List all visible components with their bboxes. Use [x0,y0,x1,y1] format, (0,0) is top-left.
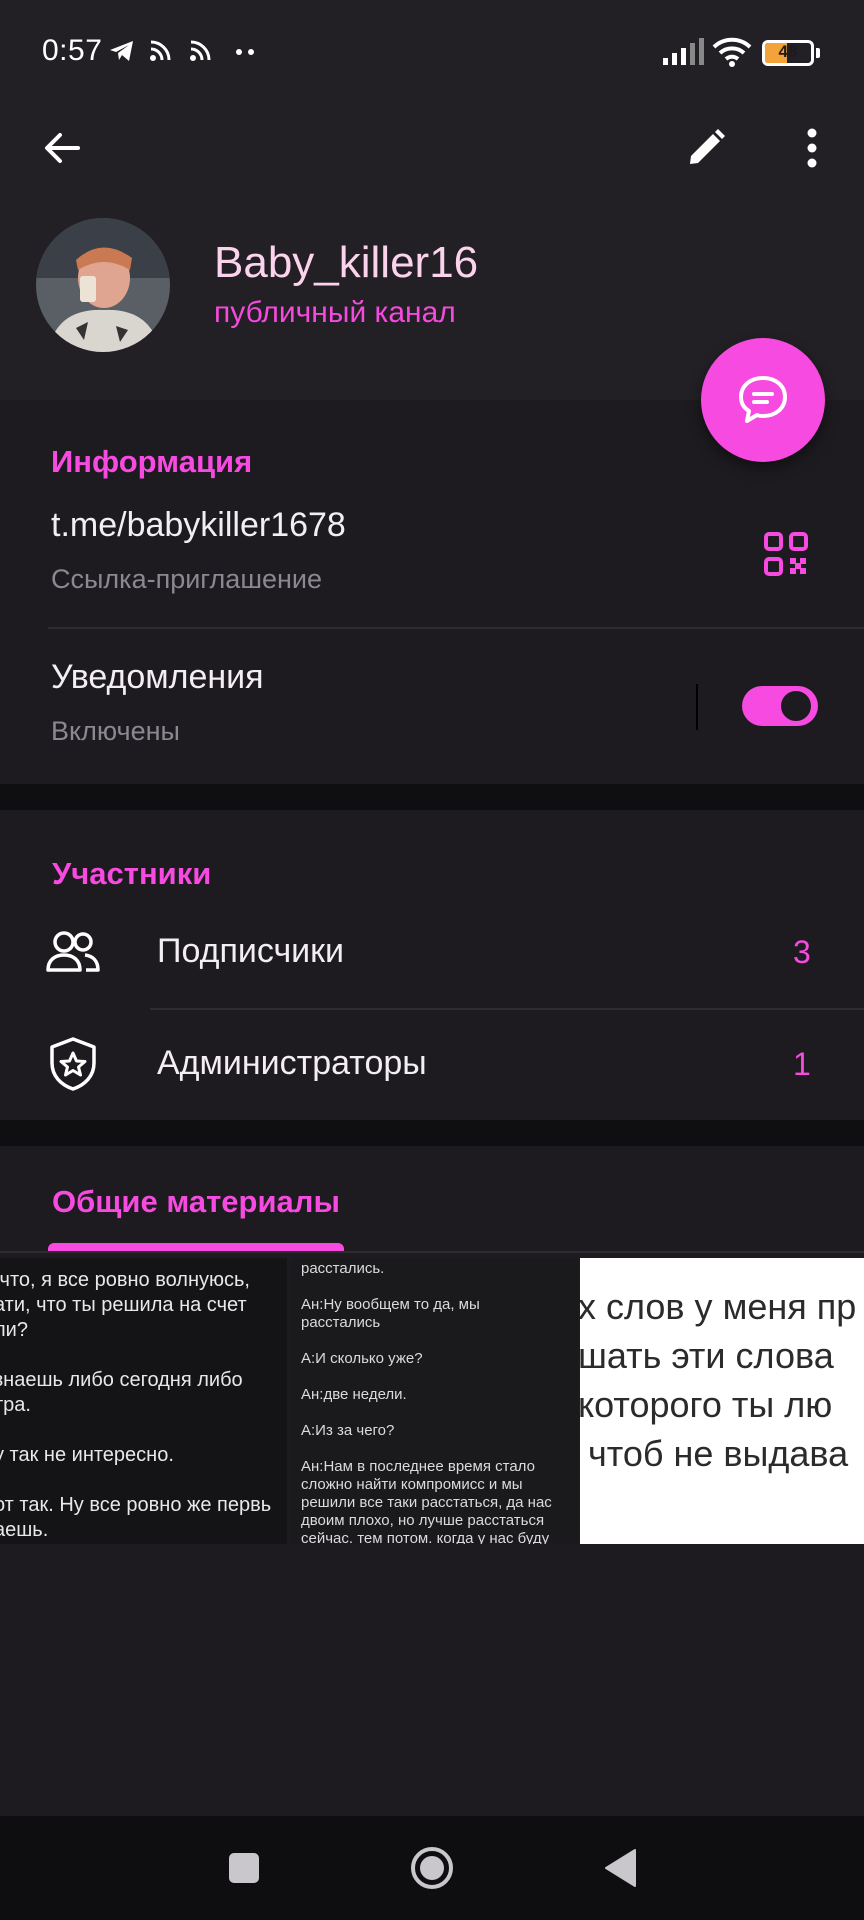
battery-nub [816,48,820,58]
administrators-row[interactable] [0,1012,864,1122]
back-button[interactable] [30,116,94,180]
circle-icon [411,1847,453,1889]
shield-star-icon [50,1037,96,1091]
tab-indicator [48,1243,344,1251]
subscribers-count: 3 [793,934,811,970]
members-title: Участники [52,856,212,891]
signal-icon [663,38,704,65]
wifi-icon [712,37,752,67]
pencil-icon [690,129,725,164]
section-gap [0,1120,864,1146]
square-icon [229,1853,259,1883]
rss-icon [190,40,211,61]
invite-link-caption: Ссылка-приглашение [51,564,323,594]
people-icon [46,931,100,972]
back-nav-button[interactable] [590,1838,650,1898]
telegram-icon [110,41,133,61]
status-time: 0:57 [42,34,103,67]
invite-link[interactable]: t.me/babykiller1678 [51,506,346,545]
battery-icon: 48 [762,40,814,66]
media-tile[interactable]: х слов у меня пр шать эти слова которого… [580,1258,864,1544]
channel-type: публичный канал [214,296,456,329]
administrators-count: 1 [793,1046,811,1082]
notifications-state: Включены [51,716,180,746]
media-tile-text: что, я все ровно волнуюсь, ати, что ты р… [0,1269,272,1541]
row-separator [696,684,698,730]
subscribers-label: Подписчики [157,932,345,970]
administrators-label: Администраторы [157,1044,427,1082]
battery-level: 48 [778,42,798,61]
edit-button[interactable] [674,116,738,180]
home-button[interactable] [402,1838,462,1898]
notifications-label: Уведомления [51,658,264,696]
triangle-back-icon [605,1849,636,1887]
divider [150,1008,864,1010]
info-title: Информация [51,444,253,479]
arrow-left-icon [45,133,80,163]
qr-code-button[interactable] [756,524,816,584]
divider [48,627,864,629]
channel-name: Baby_killer16 [214,238,479,287]
subscribers-row[interactable] [0,900,864,1004]
toggle-knob [778,688,814,724]
more-options-button[interactable] [780,116,844,180]
more-vertical-icon [807,128,817,168]
discuss-fab-button[interactable] [701,338,825,462]
tab-shared-media[interactable]: Общие материалы [52,1184,340,1220]
tabs-divider [0,1251,864,1253]
media-tile-text: расстались. Ан:Ну вообщем то да, мы расс… [301,1260,552,1544]
rss-icon [150,40,171,61]
media-tile-text: х слов у меня пр шать эти слова которого… [580,1286,857,1474]
media-tile[interactable]: расстались. Ан:Ну вообщем то да, мы расс… [291,1258,578,1544]
recents-button[interactable] [214,1838,274,1898]
chat-bubble-icon [739,376,787,423]
avatar[interactable] [36,218,170,352]
section-gap [0,784,864,810]
more-dots-icon [236,49,254,55]
notifications-row[interactable] [0,630,864,784]
qr-code-icon [764,532,808,576]
media-tile[interactable]: что, я все ровно волнуюсь, ати, что ты р… [0,1258,287,1544]
